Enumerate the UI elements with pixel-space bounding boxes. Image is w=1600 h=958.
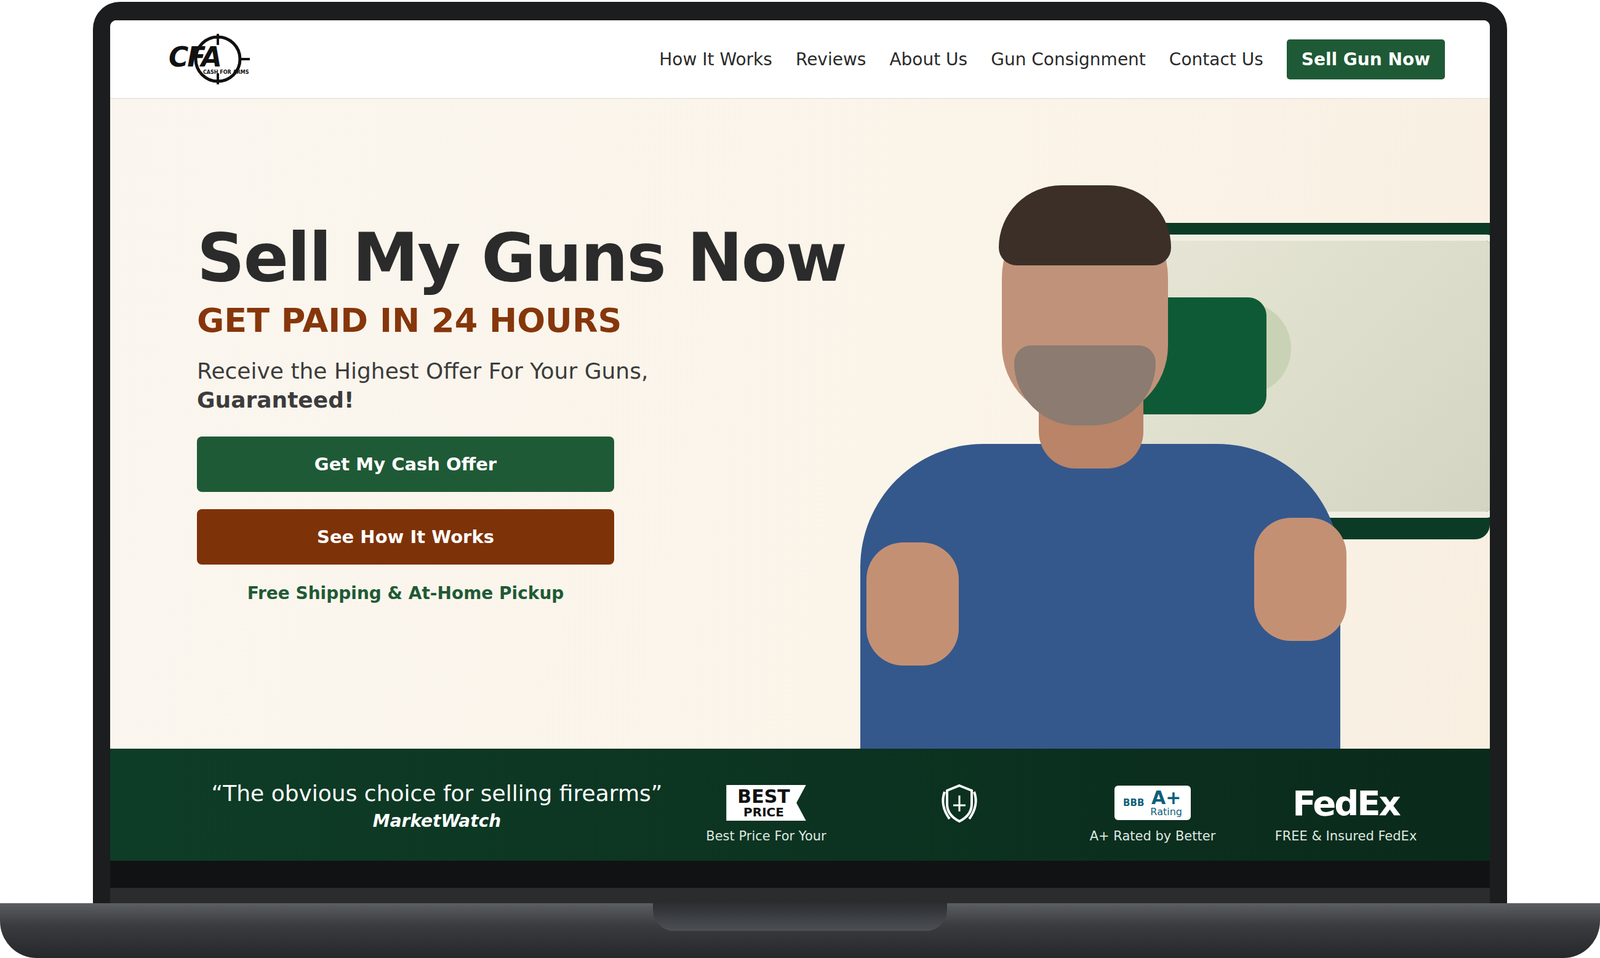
hero: Sell My Guns NowGET PAID IN 24 HOURS Rece… [110,99,1490,749]
shipping-note: Free Shipping & At-Home Pickup [196,582,615,604]
best-price-flag: BESTPRICE [726,784,806,821]
person-hand [866,542,959,666]
rating-grade: A+ [1151,787,1181,808]
hero-title: Sell My Guns Now [196,219,836,296]
hero-text-line: Receive the Highest Offer For Your Guns, [196,358,648,384]
quote-text: “The obvious choice for selling firearms… [211,780,663,806]
trust-badge [870,780,1049,844]
fedex-icon: FedEx [1292,780,1399,825]
hero-photo [835,99,1490,749]
press-quote: “The obvious choice for selling firearms… [196,780,677,831]
badge-caption: Best Price For Your [705,828,826,844]
bbb-icon: BBB A+Rating [1114,780,1191,825]
person-hair [998,185,1172,266]
button-label: See How It Works [316,526,495,548]
hero-text-body: Receive the Highest Offer For Your Guns,… [196,356,836,415]
shield-icon [937,780,982,825]
hero-buttons: Get My Cash Offer See How It Works [196,436,615,565]
trust-bar: “The obvious choice for selling firearms… [110,748,1490,861]
nav-link[interactable]: Contact Us [1169,49,1264,70]
person-hand [1254,517,1347,641]
bbb-badge: BBB A+Rating [1114,785,1191,820]
trust-badge: BESTPRICE Best Price For Your [676,780,856,844]
hero-subtitle: GET PAID IN 24 HOURS [196,300,836,340]
flag-text: PRICE [737,805,790,818]
laptop-bezel: CFACASH FOR ARMS How It Works Reviews About… [92,1,1508,903]
button-label: Get My Cash Offer [314,453,497,475]
nav-links: How It Works Reviews About Us Gun Consignme… [659,39,1445,80]
hinge [110,887,1490,903]
nav-link[interactable]: Reviews [795,49,867,70]
logo-mark: CFA [168,41,221,73]
cash-offer-button[interactable]: Get My Cash Offer [196,436,615,492]
trust-badge: FedEx FREE & Insured FedEx [1256,780,1436,844]
hero-guarantee: Guaranteed! [196,385,836,415]
how-it-works-button[interactable]: See How It Works [196,508,615,565]
flag-text: BEST [737,787,790,806]
trust-badges: BESTPRICEBest Price For YourBBBA+RatingA… [676,780,1436,844]
fedex-logo: FedEx [1292,782,1399,823]
rating-label: Rating [1150,806,1183,818]
hero-text: Sell My Guns NowGET PAID IN 24 HOURS Rece… [110,99,836,749]
sell-gun-button[interactable]: Sell Gun Now [1286,39,1445,80]
quote-source: MarketWatch [372,810,501,831]
nav-link[interactable]: How It Works [659,49,773,70]
lid-notch [652,902,948,931]
badge-caption: A+ Rated by Better [1089,828,1216,844]
nav-link[interactable]: About Us [889,49,968,70]
logo[interactable]: CFACASH FOR ARMS [167,32,252,86]
best-price-icon: BESTPRICE [726,780,806,825]
logo-tagline: CASH FOR ARMS [203,69,250,76]
nav-link[interactable]: Gun Consignment [990,49,1146,70]
laptop-base [0,902,1600,958]
rating: A+Rating [1150,787,1183,818]
bbb-text: BBB [1123,796,1144,808]
screen: CFACASH FOR ARMS How It Works Reviews About… [110,20,1490,861]
top-nav: CFACASH FOR ARMS How It Works Reviews About… [110,20,1490,100]
bezel-chin [110,860,1490,888]
trust-badge: BBB A+Rating A+ Rated by Better [1063,780,1242,844]
shield-icon [937,780,982,825]
badge-caption: FREE & Insured FedEx [1275,828,1418,844]
